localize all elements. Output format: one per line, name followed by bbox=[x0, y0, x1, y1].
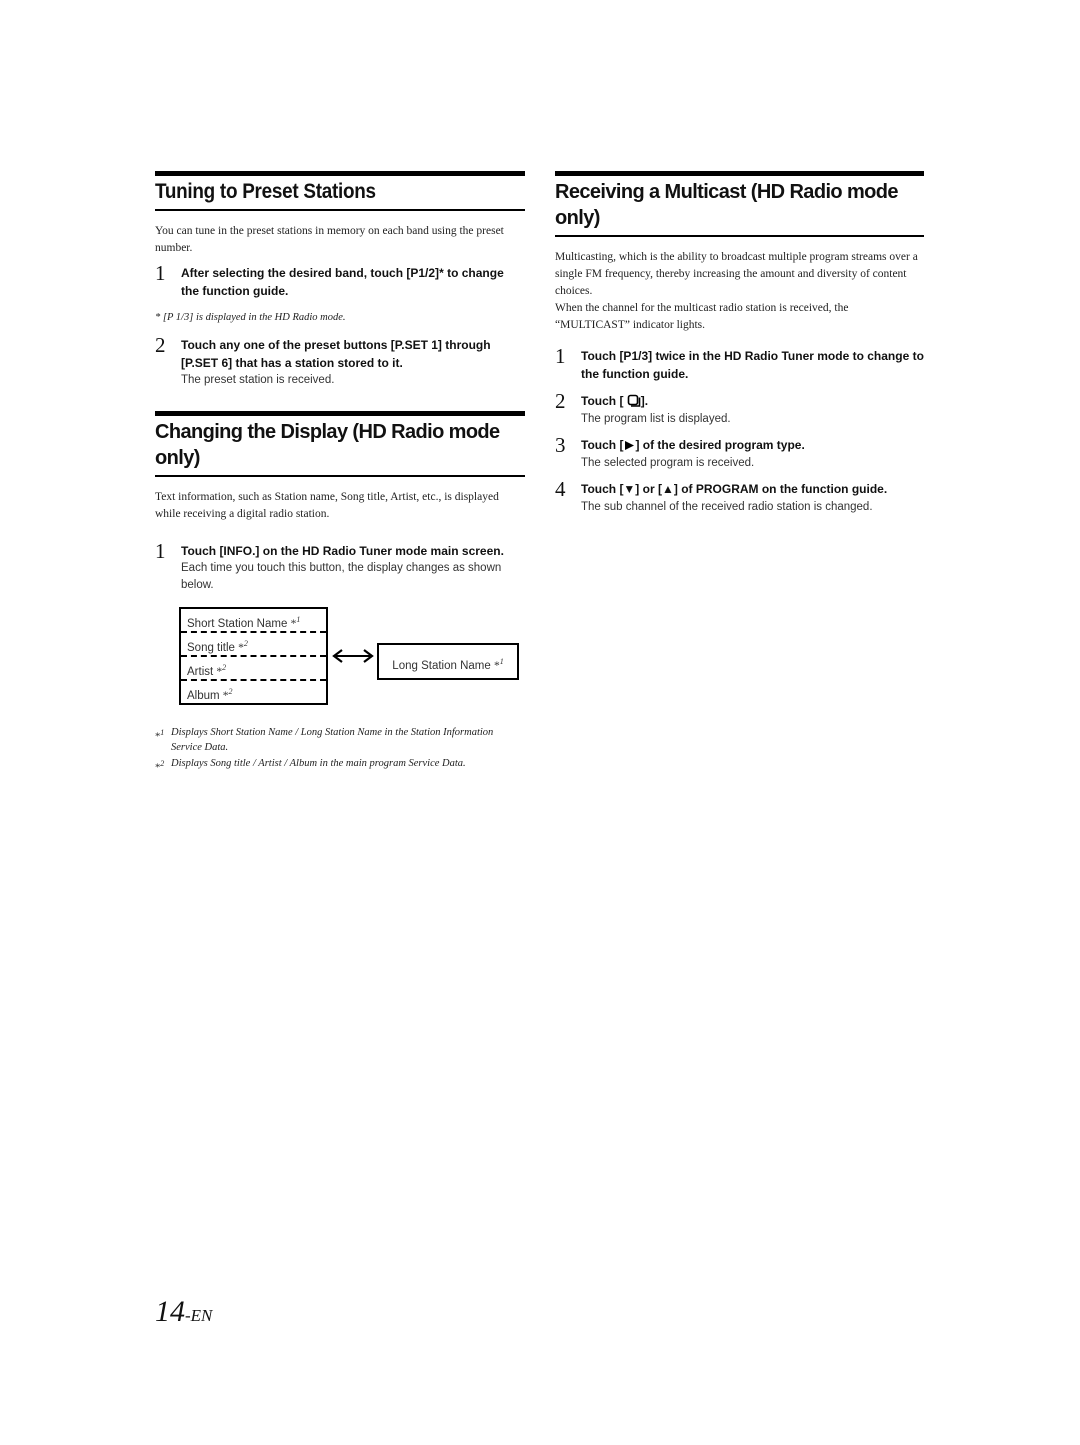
step-number: 3 bbox=[555, 433, 566, 457]
step-number: 2 bbox=[155, 333, 166, 357]
page-number-value: 14 bbox=[155, 1295, 185, 1328]
step-text: Touch bbox=[581, 482, 620, 496]
footnote-text: Displays Song title / Artist / Album in … bbox=[171, 758, 466, 769]
step-text: or bbox=[639, 482, 658, 496]
section-title: Changing the Display (HD Radio mode only… bbox=[155, 420, 500, 469]
step-text: Touch any one of the preset buttons bbox=[181, 338, 391, 352]
step-4: 4 Touch [▼] or [▲] of PROGRAM on the fun… bbox=[555, 477, 924, 515]
play-icon bbox=[625, 441, 635, 450]
footnote-2: *2 Displays Song title / Artist / Album i… bbox=[155, 756, 525, 774]
display-cycle-diagram: Short Station Name *1 Song title *2 Arti… bbox=[179, 607, 525, 717]
step-description: The program list is displayed. bbox=[581, 412, 731, 425]
step-1: 1 Touch [INFO.] on the HD Radio Tuner mo… bbox=[155, 538, 525, 594]
up-arrow-button-ref: [▲] bbox=[657, 482, 678, 496]
item-label: Short Station Name bbox=[187, 617, 291, 630]
step-title: After selecting the desired band, touch … bbox=[181, 265, 525, 300]
item-label: Album bbox=[187, 689, 223, 702]
step-text: After selecting the desired band, touch bbox=[181, 266, 407, 280]
button-ref-pset-1: [P.SET 1] bbox=[390, 338, 442, 352]
footnote-ref: 2 bbox=[243, 639, 248, 648]
step-title: Touch [▼] or [▲] of PROGRAM on the funct… bbox=[581, 481, 924, 499]
step-text: . bbox=[644, 394, 649, 408]
note: * [P 1/3] is displayed in the HD Radio m… bbox=[155, 312, 346, 323]
item-label: Artist bbox=[187, 665, 217, 678]
bracket: [ bbox=[619, 394, 624, 408]
step-1: 1 After selecting the desired band, touc… bbox=[155, 261, 525, 300]
section-header-changing-display: Changing the Display (HD Radio mode only… bbox=[155, 410, 525, 477]
step-title: Touch [INFO.] on the HD Radio Tuner mode… bbox=[181, 543, 525, 561]
short-display-box: Short Station Name *1 Song title *2 Arti… bbox=[179, 607, 328, 705]
step-title: Touch any one of the preset buttons [P.S… bbox=[181, 337, 525, 372]
step-title: Touch [] of the desired program type. bbox=[581, 437, 924, 455]
step-text: Touch bbox=[581, 394, 620, 408]
button-ref-p1-3: [P1/3] bbox=[619, 349, 653, 363]
step-2: 2 Touch [ ]. The program list is display… bbox=[555, 389, 924, 427]
step-2: 2 Touch any one of the preset buttons [P… bbox=[155, 333, 525, 389]
item-label: Long Station Name bbox=[392, 659, 494, 672]
step-description: The selected program is received. bbox=[581, 456, 755, 469]
step-text: Touch bbox=[581, 438, 620, 452]
step-text: of PROGRAM on the function guide. bbox=[677, 482, 888, 496]
long-display-box: Long Station Name *1 bbox=[377, 643, 519, 680]
section-intro: Multicasting, which is the ability to br… bbox=[555, 251, 918, 297]
button-ref-info: [INFO.] bbox=[219, 543, 260, 558]
step-text: Touch bbox=[581, 349, 620, 363]
left-column: Tuning to Preset Stations You can tune i… bbox=[155, 171, 525, 774]
footnote-ref: 2 bbox=[228, 687, 233, 696]
footnote-1: *1 Displays Short Station Name / Long Sta… bbox=[155, 725, 525, 755]
section-intro: Text information, such as Station name, … bbox=[155, 490, 499, 520]
down-arrow-button-ref: [▼] bbox=[619, 482, 640, 496]
item-label: Song title bbox=[187, 641, 239, 654]
page-number: 14-EN bbox=[155, 1294, 212, 1334]
program-list-icon bbox=[627, 394, 641, 407]
button-ref-pset-6: [P.SET 6] bbox=[181, 355, 233, 370]
diagram-item-song-title: Song title *2 bbox=[181, 631, 326, 655]
step-description: The sub channel of the received radio st… bbox=[581, 500, 873, 513]
double-arrow-icon bbox=[332, 649, 374, 663]
footnote-ref: 1 bbox=[499, 657, 504, 666]
footnote-mark: *1 bbox=[155, 728, 165, 743]
step-description: Each time you touch this button, the dis… bbox=[181, 562, 502, 591]
button-ref-p1-2: [P1/2] bbox=[406, 266, 440, 280]
step-1: 1 Touch [P1/3] twice in the HD Radio Tun… bbox=[555, 344, 924, 383]
footnote-mark: *2 bbox=[155, 759, 165, 774]
step-number: 1 bbox=[555, 344, 566, 368]
section-intro: You can tune in the preset stations in m… bbox=[155, 225, 504, 254]
step-number: 1 bbox=[155, 538, 166, 563]
step-number: 4 bbox=[555, 477, 566, 501]
step-3: 3 Touch [] of the desired program type. … bbox=[555, 433, 924, 471]
section-header-multicast: Receiving a Multicast (HD Radio mode onl… bbox=[555, 171, 924, 237]
step-text: on the HD Radio Tuner mode main screen. bbox=[259, 543, 504, 558]
step-title: Touch [ ]. bbox=[581, 393, 924, 411]
footnote-ref: 1 bbox=[296, 615, 301, 624]
step-text: Touch bbox=[181, 543, 220, 558]
section-header-tuning-preset: Tuning to Preset Stations bbox=[155, 171, 525, 211]
diagram-item-artist: Artist *2 bbox=[181, 655, 326, 679]
section-intro: When the channel for the multicast radio… bbox=[555, 302, 849, 331]
step-text: through bbox=[441, 338, 491, 352]
step-description: The preset station is received. bbox=[181, 374, 335, 386]
step-text: that has a station stored to it. bbox=[232, 355, 403, 370]
section-title: Receiving a Multicast (HD Radio mode onl… bbox=[555, 181, 899, 229]
footnote-text: Displays Short Station Name / Long Stati… bbox=[171, 727, 494, 753]
diagram-item-album: Album *2 bbox=[181, 679, 326, 703]
step-number: 1 bbox=[155, 261, 166, 285]
section-title: Tuning to Preset Stations bbox=[155, 180, 376, 203]
diagram-item-short-station-name: Short Station Name *1 bbox=[181, 609, 326, 631]
right-column: Receiving a Multicast (HD Radio mode onl… bbox=[555, 171, 924, 525]
step-text: of the desired program type. bbox=[639, 438, 805, 452]
step-title: Touch [P1/3] twice in the HD Radio Tuner… bbox=[581, 348, 924, 383]
footnote-ref: 2 bbox=[222, 663, 227, 672]
step-number: 2 bbox=[555, 389, 566, 413]
page-language-suffix: -EN bbox=[185, 1306, 213, 1325]
